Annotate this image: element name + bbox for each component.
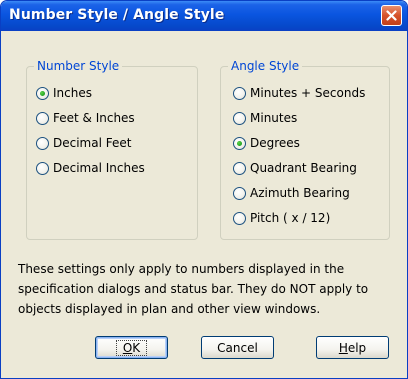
radio-inches[interactable]: Inches — [36, 84, 92, 102]
radio-label: Inches — [53, 86, 92, 100]
ok-mnemonic: O — [122, 340, 133, 355]
radio-label: Azimuth Bearing — [250, 186, 350, 200]
dialog-window: Number Style / Angle Style Number Style … — [0, 0, 408, 379]
radio-label: Feet & Inches — [53, 111, 135, 125]
radio-button-checked[interactable] — [233, 136, 246, 150]
radio-button[interactable] — [233, 211, 246, 225]
radio-label: Quadrant Bearing — [250, 161, 357, 175]
radio-quadrant-bearing[interactable]: Quadrant Bearing — [233, 159, 357, 177]
close-icon — [386, 10, 397, 21]
info-text: These settings only apply to numbers dis… — [18, 262, 369, 316]
number-style-group: Number Style Inches Feet & Inches Decima… — [26, 59, 198, 240]
cancel-button-label: Cancel — [217, 340, 258, 355]
radio-button[interactable] — [233, 186, 246, 200]
radio-label: Decimal Feet — [53, 136, 132, 150]
title-bar[interactable]: Number Style / Angle Style — [1, 1, 407, 31]
help-button[interactable]: Help — [316, 336, 389, 359]
cancel-button[interactable]: Cancel — [201, 336, 274, 359]
ok-button-label: OK — [115, 339, 148, 356]
radio-button[interactable] — [36, 111, 49, 125]
radio-button[interactable] — [233, 86, 246, 100]
help-mnemonic: H — [338, 340, 348, 355]
radio-label: Minutes — [250, 111, 298, 125]
radio-label: Decimal Inches — [53, 161, 145, 175]
close-button[interactable] — [381, 5, 402, 26]
radio-button[interactable] — [233, 161, 246, 175]
radio-label: Degrees — [250, 136, 300, 150]
radio-button-checked[interactable] — [36, 86, 49, 100]
angle-style-group-label: Angle Style — [228, 59, 303, 73]
radio-minutes-seconds[interactable]: Minutes + Seconds — [233, 84, 365, 102]
radio-button[interactable] — [233, 111, 246, 125]
window-title: Number Style / Angle Style — [9, 7, 225, 23]
angle-style-group: Angle Style Minutes + Seconds Minutes De… — [220, 59, 390, 240]
radio-azimuth-bearing[interactable]: Azimuth Bearing — [233, 184, 350, 202]
radio-label: Minutes + Seconds — [250, 86, 366, 100]
number-style-group-label: Number Style — [34, 59, 123, 73]
dialog-body: Number Style Inches Feet & Inches Decima… — [5, 31, 403, 374]
ok-button[interactable]: OK — [95, 336, 168, 359]
radio-pitch[interactable]: Pitch ( x / 12) — [233, 209, 330, 227]
radio-minutes[interactable]: Minutes — [233, 109, 297, 127]
radio-button[interactable] — [36, 136, 49, 150]
radio-degrees[interactable]: Degrees — [233, 134, 300, 152]
radio-label: Pitch ( x / 12) — [250, 211, 331, 225]
radio-feet-inches[interactable]: Feet & Inches — [36, 109, 135, 127]
radio-decimal-feet[interactable]: Decimal Feet — [36, 134, 131, 152]
help-button-label: Help — [338, 340, 367, 355]
radio-button[interactable] — [36, 161, 49, 175]
radio-decimal-inches[interactable]: Decimal Inches — [36, 159, 145, 177]
